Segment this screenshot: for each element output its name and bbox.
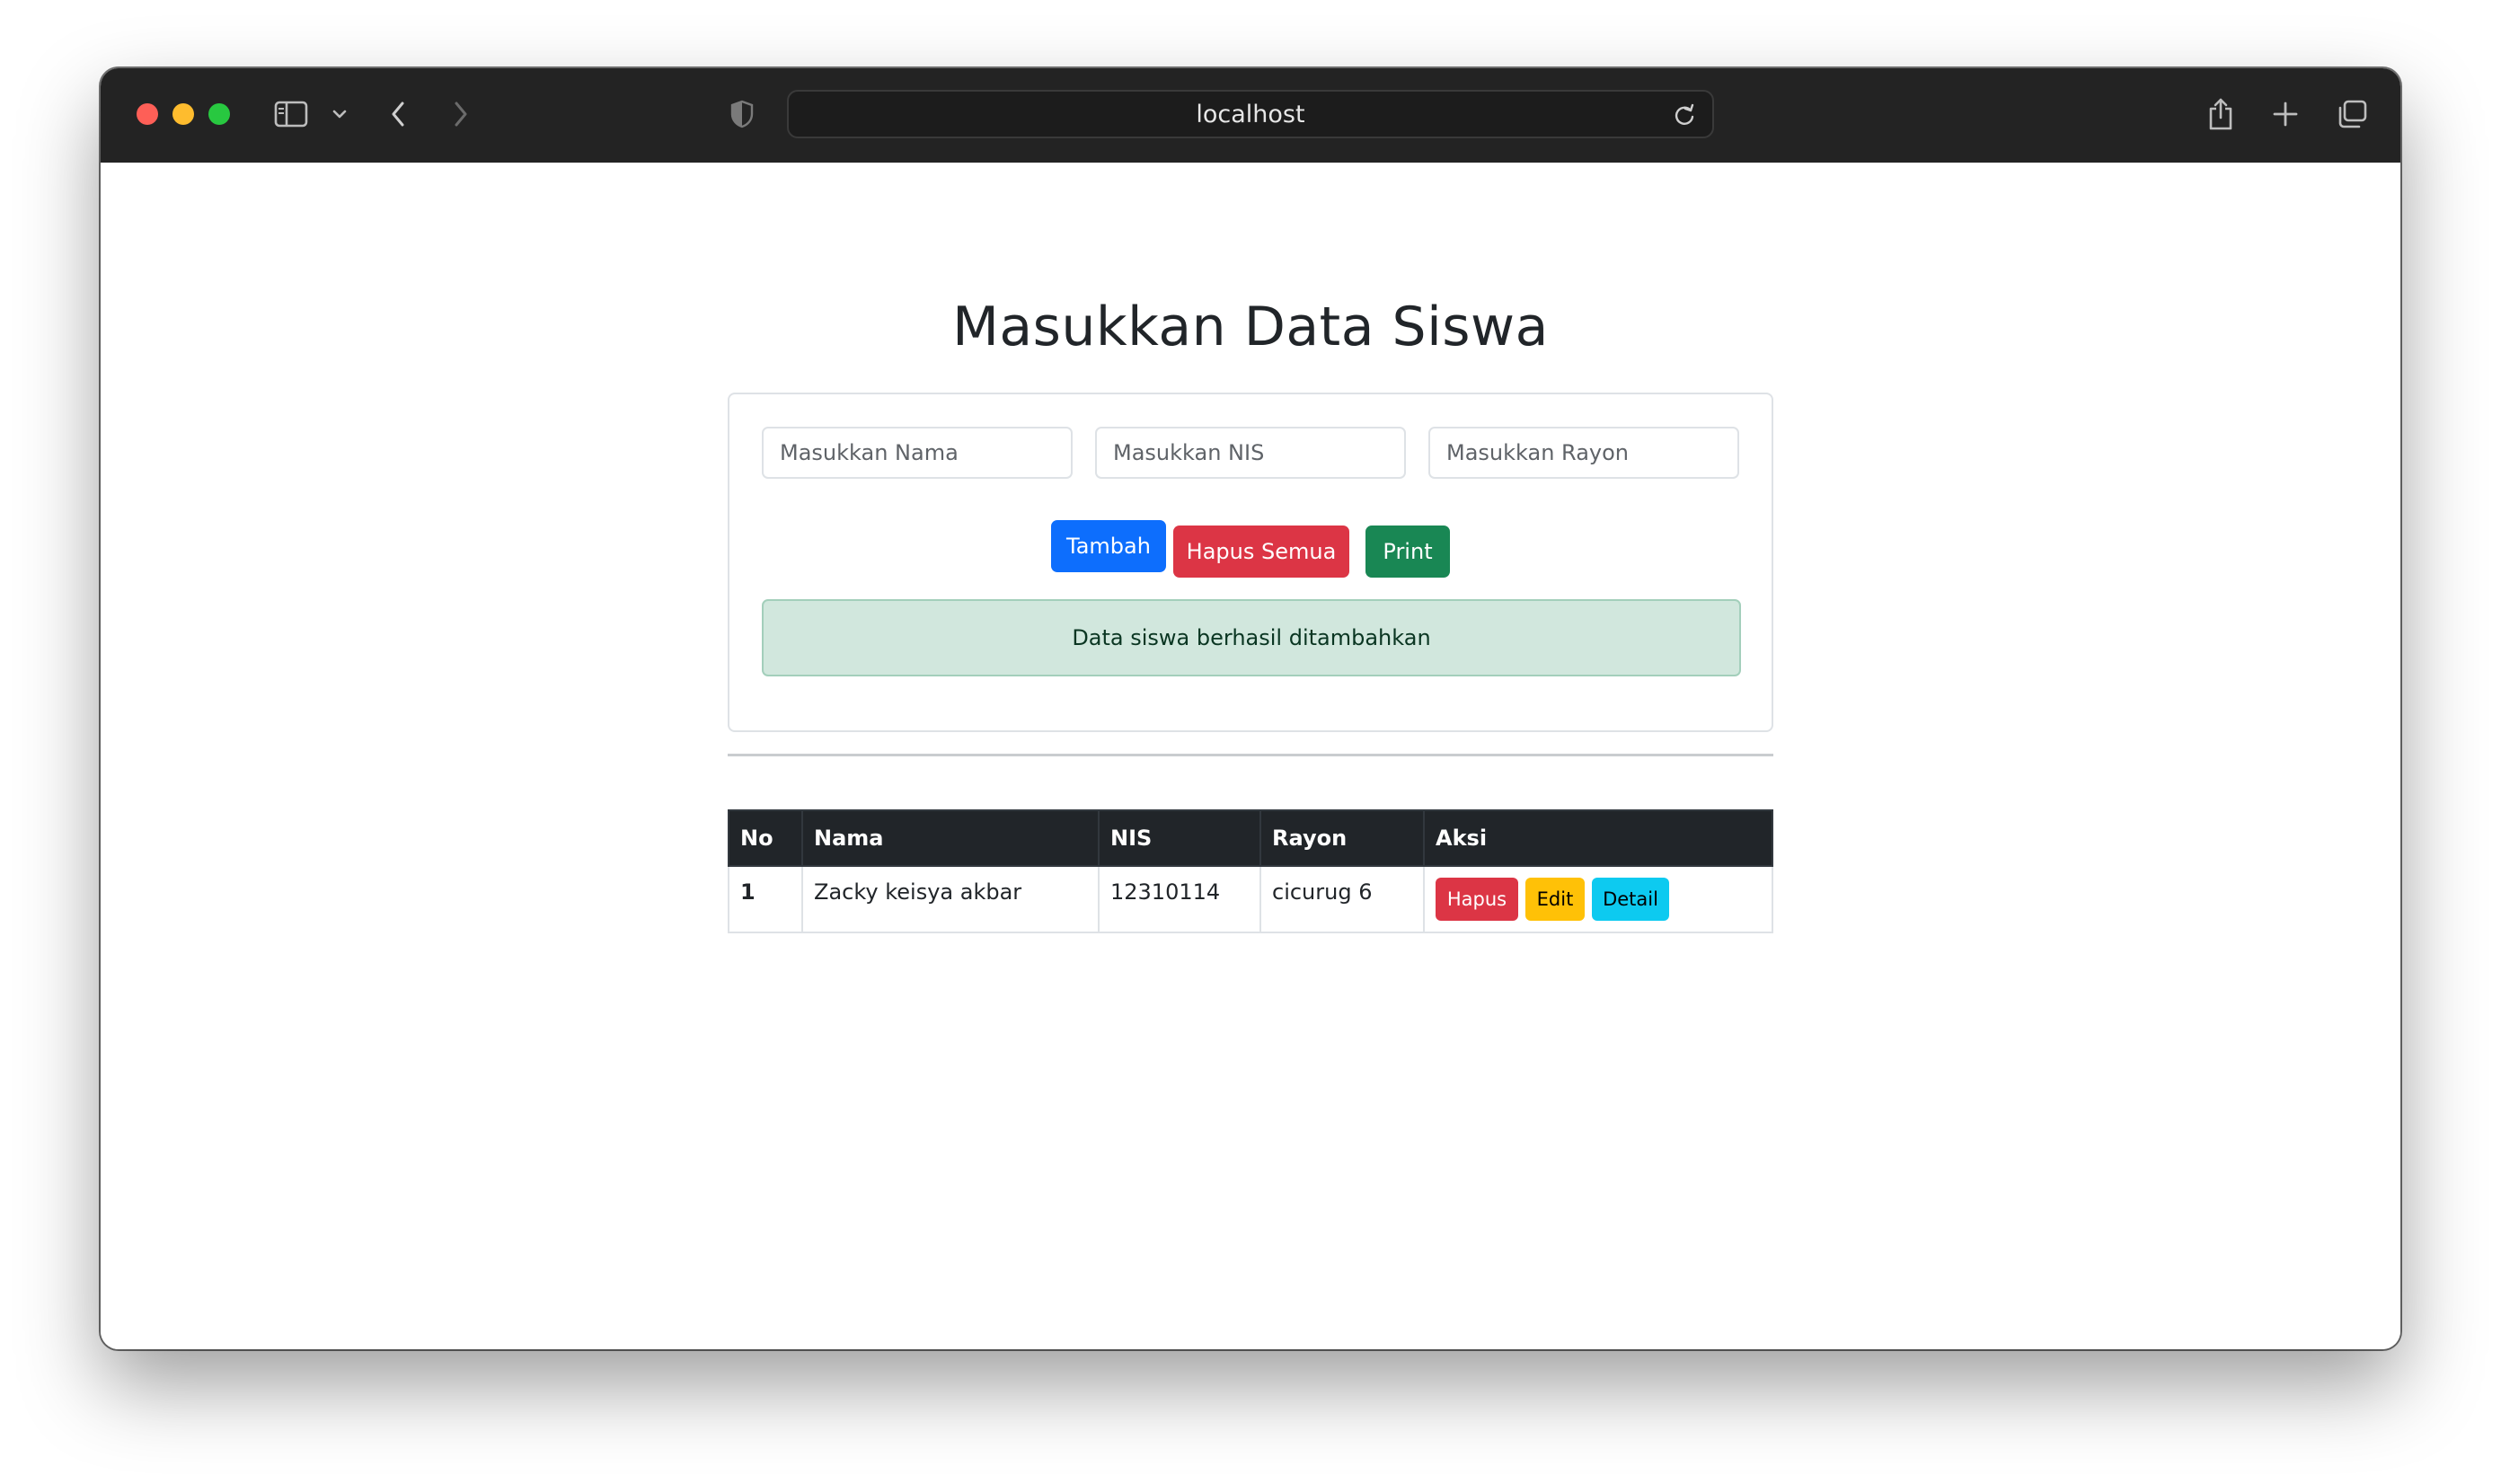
plus-icon[interactable] <box>2269 93 2302 135</box>
header-nama: Nama <box>801 809 1100 867</box>
nama-input[interactable] <box>762 427 1073 479</box>
page-content: Masukkan Data Siswa Tambah Hapus Semua P… <box>101 163 2400 1349</box>
close-window-button[interactable] <box>137 103 158 125</box>
privacy-shield-icon[interactable] <box>728 93 756 135</box>
print-button[interactable]: Print <box>1365 526 1450 578</box>
cell-nama: Zacky keisya akbar <box>801 865 1100 933</box>
chevron-down-icon[interactable] <box>329 93 350 135</box>
rayon-input[interactable] <box>1428 427 1739 479</box>
minimize-window-button[interactable] <box>172 103 194 125</box>
hapus-row-button[interactable]: Hapus <box>1436 878 1518 921</box>
forward-arrow-icon[interactable] <box>447 93 474 135</box>
browser-window: localhost Masukkan Data Siswa Tambah Hap… <box>101 68 2400 1349</box>
zoom-window-button[interactable] <box>208 103 230 125</box>
tambah-button[interactable]: Tambah <box>1051 520 1166 572</box>
table-header-row: No Nama NIS Rayon Aksi <box>728 809 1773 867</box>
cell-rayon: cicurug 6 <box>1259 865 1425 933</box>
header-aksi: Aksi <box>1423 809 1773 867</box>
back-arrow-icon[interactable] <box>384 93 411 135</box>
reload-icon[interactable] <box>1673 103 1696 131</box>
address-bar[interactable]: localhost <box>787 90 1714 138</box>
header-rayon: Rayon <box>1259 809 1425 867</box>
sidebar-icon[interactable] <box>273 93 309 135</box>
browser-toolbar: localhost <box>101 68 2400 163</box>
cell-nis: 12310114 <box>1098 865 1261 933</box>
cell-no: 1 <box>728 865 803 933</box>
header-no: No <box>728 809 803 867</box>
address-url: localhost <box>1196 100 1305 128</box>
tab-overview-icon[interactable] <box>2334 93 2370 135</box>
nis-input[interactable] <box>1095 427 1406 479</box>
detail-row-button[interactable]: Detail <box>1592 878 1669 921</box>
section-divider <box>728 754 1773 756</box>
header-nis: NIS <box>1098 809 1261 867</box>
success-alert: Data siswa berhasil ditambahkan <box>762 599 1741 676</box>
hapus-semua-button[interactable]: Hapus Semua <box>1173 526 1349 578</box>
edit-row-button[interactable]: Edit <box>1525 878 1585 921</box>
table-row: 1 Zacky keisya akbar 12310114 cicurug 6 … <box>728 865 1773 933</box>
share-icon[interactable] <box>2205 93 2237 135</box>
input-form-card: Tambah Hapus Semua Print Data siswa berh… <box>728 393 1773 732</box>
siswa-table: No Nama NIS Rayon Aksi 1 Zacky keisya ak… <box>728 809 1773 933</box>
row-actions: Hapus Edit Detail <box>1436 878 1761 921</box>
page-title: Masukkan Data Siswa <box>952 296 1549 358</box>
cell-aksi: Hapus Edit Detail <box>1423 865 1773 933</box>
